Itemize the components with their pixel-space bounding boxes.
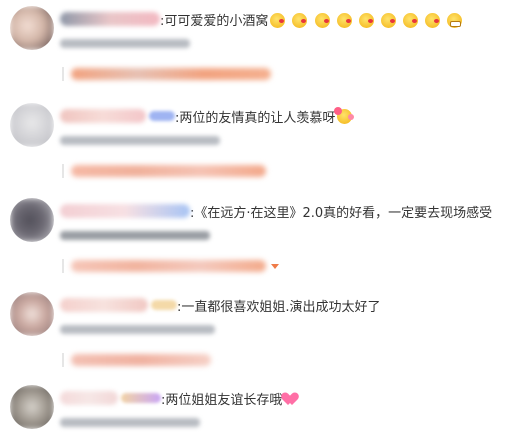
comment-item: :《在远方·在这里》2.0真的好看，一定要去现场感受 [0, 198, 530, 283]
comment-text: :《在远方·在这里》2.0真的好看，一定要去现场感受 [190, 205, 493, 221]
reply-preview[interactable] [62, 350, 211, 370]
reply-divider [62, 259, 64, 273]
avatar[interactable] [10, 103, 54, 147]
vip-badge-icon [149, 111, 175, 121]
reply-divider [62, 164, 64, 178]
kiss-emoji [270, 12, 286, 28]
comment-text: :两位姐姐友谊长存哦 [161, 392, 283, 408]
vip-badge-icon [121, 393, 161, 403]
kiss-emoji [402, 12, 418, 28]
username[interactable] [60, 391, 118, 405]
avatar[interactable] [10, 292, 54, 336]
comment-meta [60, 323, 215, 335]
kiss-emoji [292, 12, 308, 28]
avatar[interactable] [10, 385, 54, 429]
comment-text: :两位的友情真的让人羡慕呀 [175, 110, 336, 126]
grin-emoji [447, 12, 463, 28]
comment-item: :两位的友情真的让人羡慕呀 [0, 103, 530, 188]
avatar[interactable] [10, 198, 54, 242]
reply-divider [62, 67, 64, 81]
comment-text: :可可爱爱的小酒窝 [160, 13, 269, 29]
username[interactable] [60, 109, 146, 123]
avatar[interactable] [10, 6, 54, 50]
comment-item: :两位姐姐友谊长存哦 [0, 385, 530, 445]
username[interactable] [60, 204, 190, 218]
comment-meta [60, 37, 190, 49]
chevron-down-icon[interactable] [271, 263, 279, 269]
comment-meta [60, 416, 200, 428]
comment-item: :可可爱爱的小酒窝 [0, 6, 530, 91]
vip-badge-icon [151, 300, 177, 310]
kiss-emoji [380, 12, 396, 28]
reply-preview[interactable] [62, 64, 271, 84]
heart-eyes-emoji [334, 106, 355, 124]
reply-divider [62, 353, 64, 367]
comment-meta [60, 229, 210, 241]
comment-item: :一直都很喜欢姐姐.演出成功太好了 [0, 292, 530, 377]
kiss-emoji [425, 12, 441, 28]
comment-meta [60, 134, 220, 146]
comment-text: :一直都很喜欢姐姐.演出成功太好了 [177, 299, 381, 315]
username[interactable] [60, 298, 148, 312]
reply-preview[interactable] [62, 256, 279, 276]
username[interactable] [60, 12, 160, 26]
kiss-emoji [314, 12, 330, 28]
reply-preview[interactable] [62, 161, 266, 181]
kiss-emoji [336, 12, 352, 28]
emoji-group [268, 10, 463, 29]
kiss-emoji [358, 12, 374, 28]
heart-emoji [284, 391, 300, 406]
